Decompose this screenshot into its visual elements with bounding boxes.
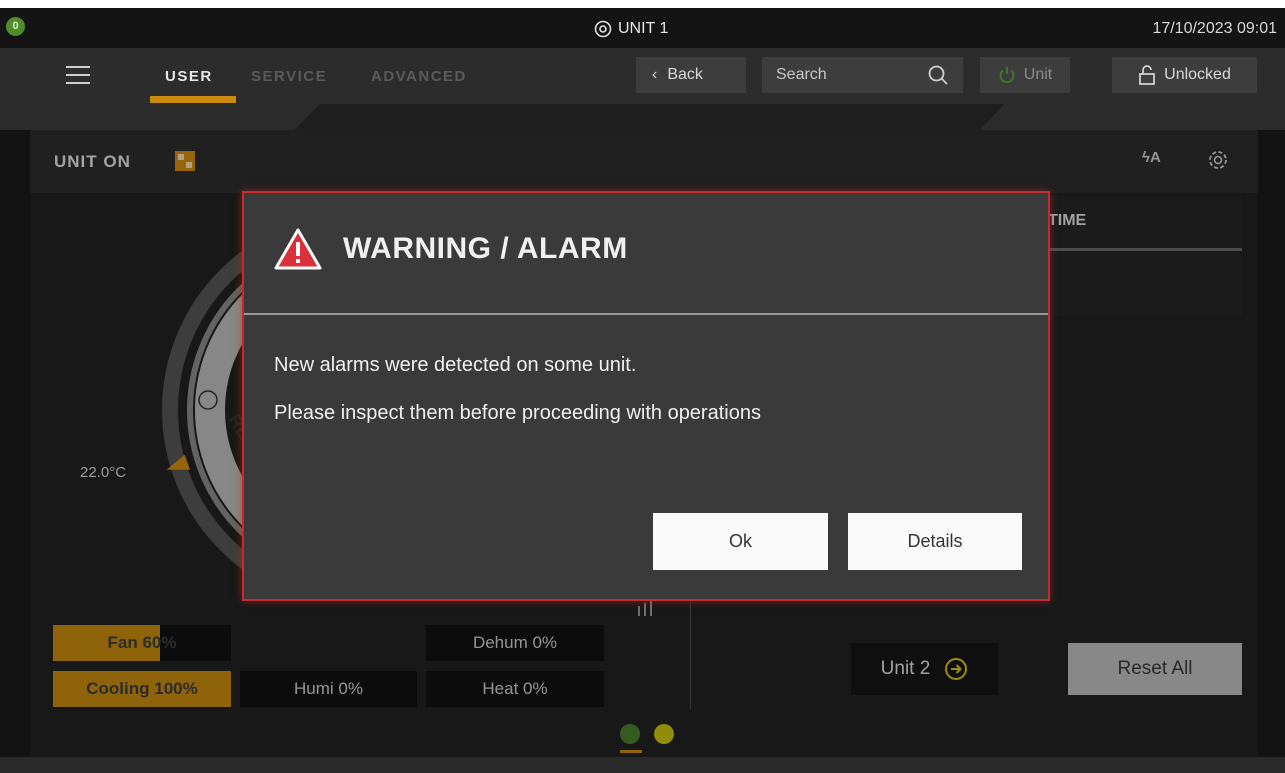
chevron-left-icon: ‹: [652, 66, 658, 83]
unit-button-label: Unit: [1023, 66, 1053, 83]
unit-title-text: UNIT 1: [618, 20, 669, 37]
back-button[interactable]: ‹ Back: [636, 57, 746, 93]
dialog-title: WARNING / ALARM: [343, 232, 628, 265]
tab-service[interactable]: SERVICE: [251, 68, 327, 85]
tab-advanced[interactable]: ADVANCED: [371, 68, 467, 85]
dialog-message-line-1: New alarms were detected on some unit.: [274, 354, 637, 376]
search-icon: [928, 65, 948, 85]
ok-button[interactable]: Ok: [653, 513, 828, 570]
tab-user[interactable]: USER: [165, 68, 213, 85]
notification-badge[interactable]: 0: [6, 17, 25, 36]
unit-title: UNIT 1: [594, 18, 668, 40]
warning-triangle-icon: [274, 228, 322, 270]
hamburger-menu-icon[interactable]: [64, 63, 92, 87]
lock-status-label: Unlocked: [1164, 66, 1231, 83]
power-icon: [999, 67, 1015, 84]
datetime: 17/10/2023 09:01: [1152, 20, 1277, 37]
unlock-button[interactable]: Unlocked: [1112, 57, 1257, 93]
active-tab-indicator: [150, 96, 236, 103]
dialog-separator: [244, 313, 1048, 315]
back-label: Back: [667, 66, 703, 83]
unlocked-padlock-icon: [1139, 65, 1155, 85]
unit-power-button[interactable]: Unit: [980, 57, 1070, 93]
location-pin-icon: [594, 20, 612, 38]
search-input[interactable]: Search: [762, 57, 963, 93]
search-placeholder: Search: [776, 66, 827, 83]
top-stripe: [0, 0, 1285, 8]
dialog-title-row: WARNING / ALARM: [273, 225, 628, 273]
dialog-message-line-2: Please inspect them before proceeding wi…: [274, 402, 761, 424]
details-button[interactable]: Details: [848, 513, 1022, 570]
